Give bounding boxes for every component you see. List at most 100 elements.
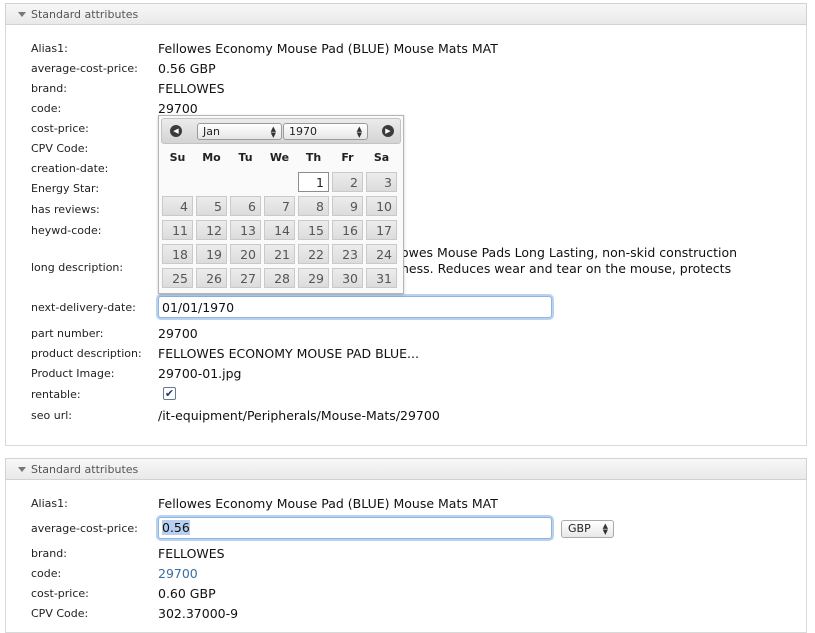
attr-value: FELLOWES [158, 546, 225, 561]
attr-label: heywd-code: [31, 224, 102, 237]
attr-value: 0.60 GBP [158, 586, 216, 601]
select-arrows-icon: ▲ ▼ [270, 125, 276, 139]
weekday-header: Th [305, 151, 322, 164]
day-cell-27[interactable]: 27 [230, 268, 261, 288]
attr-label: brand: [31, 82, 67, 95]
weekday-header: Sa [373, 151, 390, 164]
day-cell-5[interactable]: 5 [196, 196, 227, 216]
day-cell-4[interactable]: 4 [162, 196, 193, 216]
attr-label: part number: [31, 327, 104, 340]
day-cell-9[interactable]: 9 [332, 196, 363, 216]
attr-label: Energy Star: [31, 182, 100, 195]
attr-label: Product Image: [31, 367, 115, 380]
attr-value: 29700 [158, 101, 198, 116]
day-cell-10[interactable]: 10 [366, 196, 397, 216]
day-cell-19[interactable]: 19 [196, 244, 227, 264]
attr-value: /it-equipment/Peripherals/Mouse-Mats/297… [158, 408, 440, 423]
day-cell-1[interactable]: 1 [298, 172, 329, 192]
attr-value-long-description: owes Mouse Pads Long Lasting, non-skid c… [401, 245, 801, 277]
year-select[interactable]: 1970 ▲ ▼ [283, 123, 368, 140]
weekday-header: Mo [202, 151, 221, 164]
attr-label: rentable: [31, 388, 81, 401]
day-cell-8[interactable]: 8 [298, 196, 329, 216]
attr-value: FELLOWES ECONOMY MOUSE PAD BLUE... [158, 346, 419, 361]
panel-header[interactable]: Standard attributes [5, 3, 807, 25]
attr-label: long description: [31, 261, 124, 274]
datepicker-popup: ◀ Jan ▲ ▼ 1970 ▲ ▼ ▶ Su Mo Tu We Th Fr Sa 123456… [158, 115, 404, 294]
currency-value: GBP [568, 522, 591, 535]
attr-value: FELLOWES [158, 81, 225, 96]
month-select[interactable]: Jan ▲ ▼ [197, 123, 282, 140]
day-cell-15[interactable]: 15 [298, 220, 329, 240]
attr-value: 0.56 GBP [158, 61, 216, 76]
day-cell-3[interactable]: 3 [366, 172, 397, 192]
standard-attributes-panel: Standard attributes Alias1: Fellowes Econ… [5, 3, 807, 446]
panel-title: Standard attributes [31, 462, 139, 476]
attr-label: seo url: [31, 409, 72, 422]
day-cell-26[interactable]: 26 [196, 268, 227, 288]
panel-title: Standard attributes [31, 7, 139, 21]
rentable-checkbox[interactable]: ✔ [163, 387, 176, 400]
collapse-triangle-icon[interactable] [18, 11, 26, 17]
day-cell-31[interactable]: 31 [366, 268, 397, 288]
day-cell-11[interactable]: 11 [162, 220, 193, 240]
day-cell-16[interactable]: 16 [332, 220, 363, 240]
attr-label: product description: [31, 347, 142, 360]
attr-label: has reviews: [31, 203, 100, 216]
standard-attributes-panel-2: Standard attributes Alias1: Fellowes Eco… [5, 458, 807, 633]
month-value: Jan [203, 125, 220, 138]
next-delivery-date-input[interactable] [158, 296, 552, 318]
attr-value: Fellowes Economy Mouse Pad (BLUE) Mouse … [158, 496, 498, 511]
year-value: 1970 [289, 125, 317, 138]
day-cell-7[interactable]: 7 [264, 196, 295, 216]
day-cell-22[interactable]: 22 [298, 244, 329, 264]
weekday-header: Fr [341, 151, 354, 164]
panel-header[interactable]: Standard attributes [5, 458, 807, 480]
currency-select[interactable]: GBP ▲ ▼ [561, 520, 614, 538]
weekday-header: Tu [238, 151, 253, 164]
attr-label: CPV Code: [31, 142, 89, 155]
day-cell-17[interactable]: 17 [366, 220, 397, 240]
attr-label: Alias1: [31, 42, 68, 55]
day-cell-28[interactable]: 28 [264, 268, 295, 288]
code-link[interactable]: 29700 [158, 566, 198, 581]
attr-value: 302.37000-9 [158, 606, 239, 621]
attr-value: Fellowes Economy Mouse Pad (BLUE) Mouse … [158, 41, 498, 56]
attr-label: average-cost-price: [31, 62, 138, 75]
attr-value: 29700 [158, 326, 198, 341]
attr-label: creation-date: [31, 162, 109, 175]
day-cell-2[interactable]: 2 [332, 172, 363, 192]
attr-label: code: [31, 567, 62, 580]
day-cell-24[interactable]: 24 [366, 244, 397, 264]
attr-label: cost-price: [31, 587, 89, 600]
day-cell-20[interactable]: 20 [230, 244, 261, 264]
day-cell-30[interactable]: 30 [332, 268, 363, 288]
day-cell-14[interactable]: 14 [264, 220, 295, 240]
day-cell-12[interactable]: 12 [196, 220, 227, 240]
attr-label: brand: [31, 547, 67, 560]
average-cost-price-input[interactable]: 0.56 [158, 517, 552, 539]
attr-label: cost-price: [31, 122, 89, 135]
select-arrows-icon: ▲ ▼ [602, 522, 608, 536]
next-month-icon[interactable]: ▶ [382, 125, 394, 137]
select-arrows-icon: ▲ ▼ [356, 125, 362, 139]
attr-label: code: [31, 102, 62, 115]
day-cell-18[interactable]: 18 [162, 244, 193, 264]
day-cell-29[interactable]: 29 [298, 268, 329, 288]
attr-label: CPV Code: [31, 607, 89, 620]
attr-label: Alias1: [31, 497, 68, 510]
collapse-triangle-icon[interactable] [18, 466, 26, 472]
weekday-header: Su [169, 151, 186, 164]
day-cell-23[interactable]: 23 [332, 244, 363, 264]
selected-text: 0.56 [162, 520, 190, 535]
day-cell-6[interactable]: 6 [230, 196, 261, 216]
attr-label: average-cost-price: [31, 522, 138, 535]
long-description-line: owes Mouse Pads Long Lasting, non-skid c… [401, 245, 738, 260]
prev-month-icon[interactable]: ◀ [170, 125, 182, 137]
day-cell-21[interactable]: 21 [264, 244, 295, 264]
weekday-header: We [269, 151, 290, 164]
day-cell-13[interactable]: 13 [230, 220, 261, 240]
day-cell-25[interactable]: 25 [162, 268, 193, 288]
long-description-line: ness. Reduces wear and tear on the mouse… [401, 261, 732, 276]
attr-value: 29700-01.jpg [158, 366, 242, 381]
